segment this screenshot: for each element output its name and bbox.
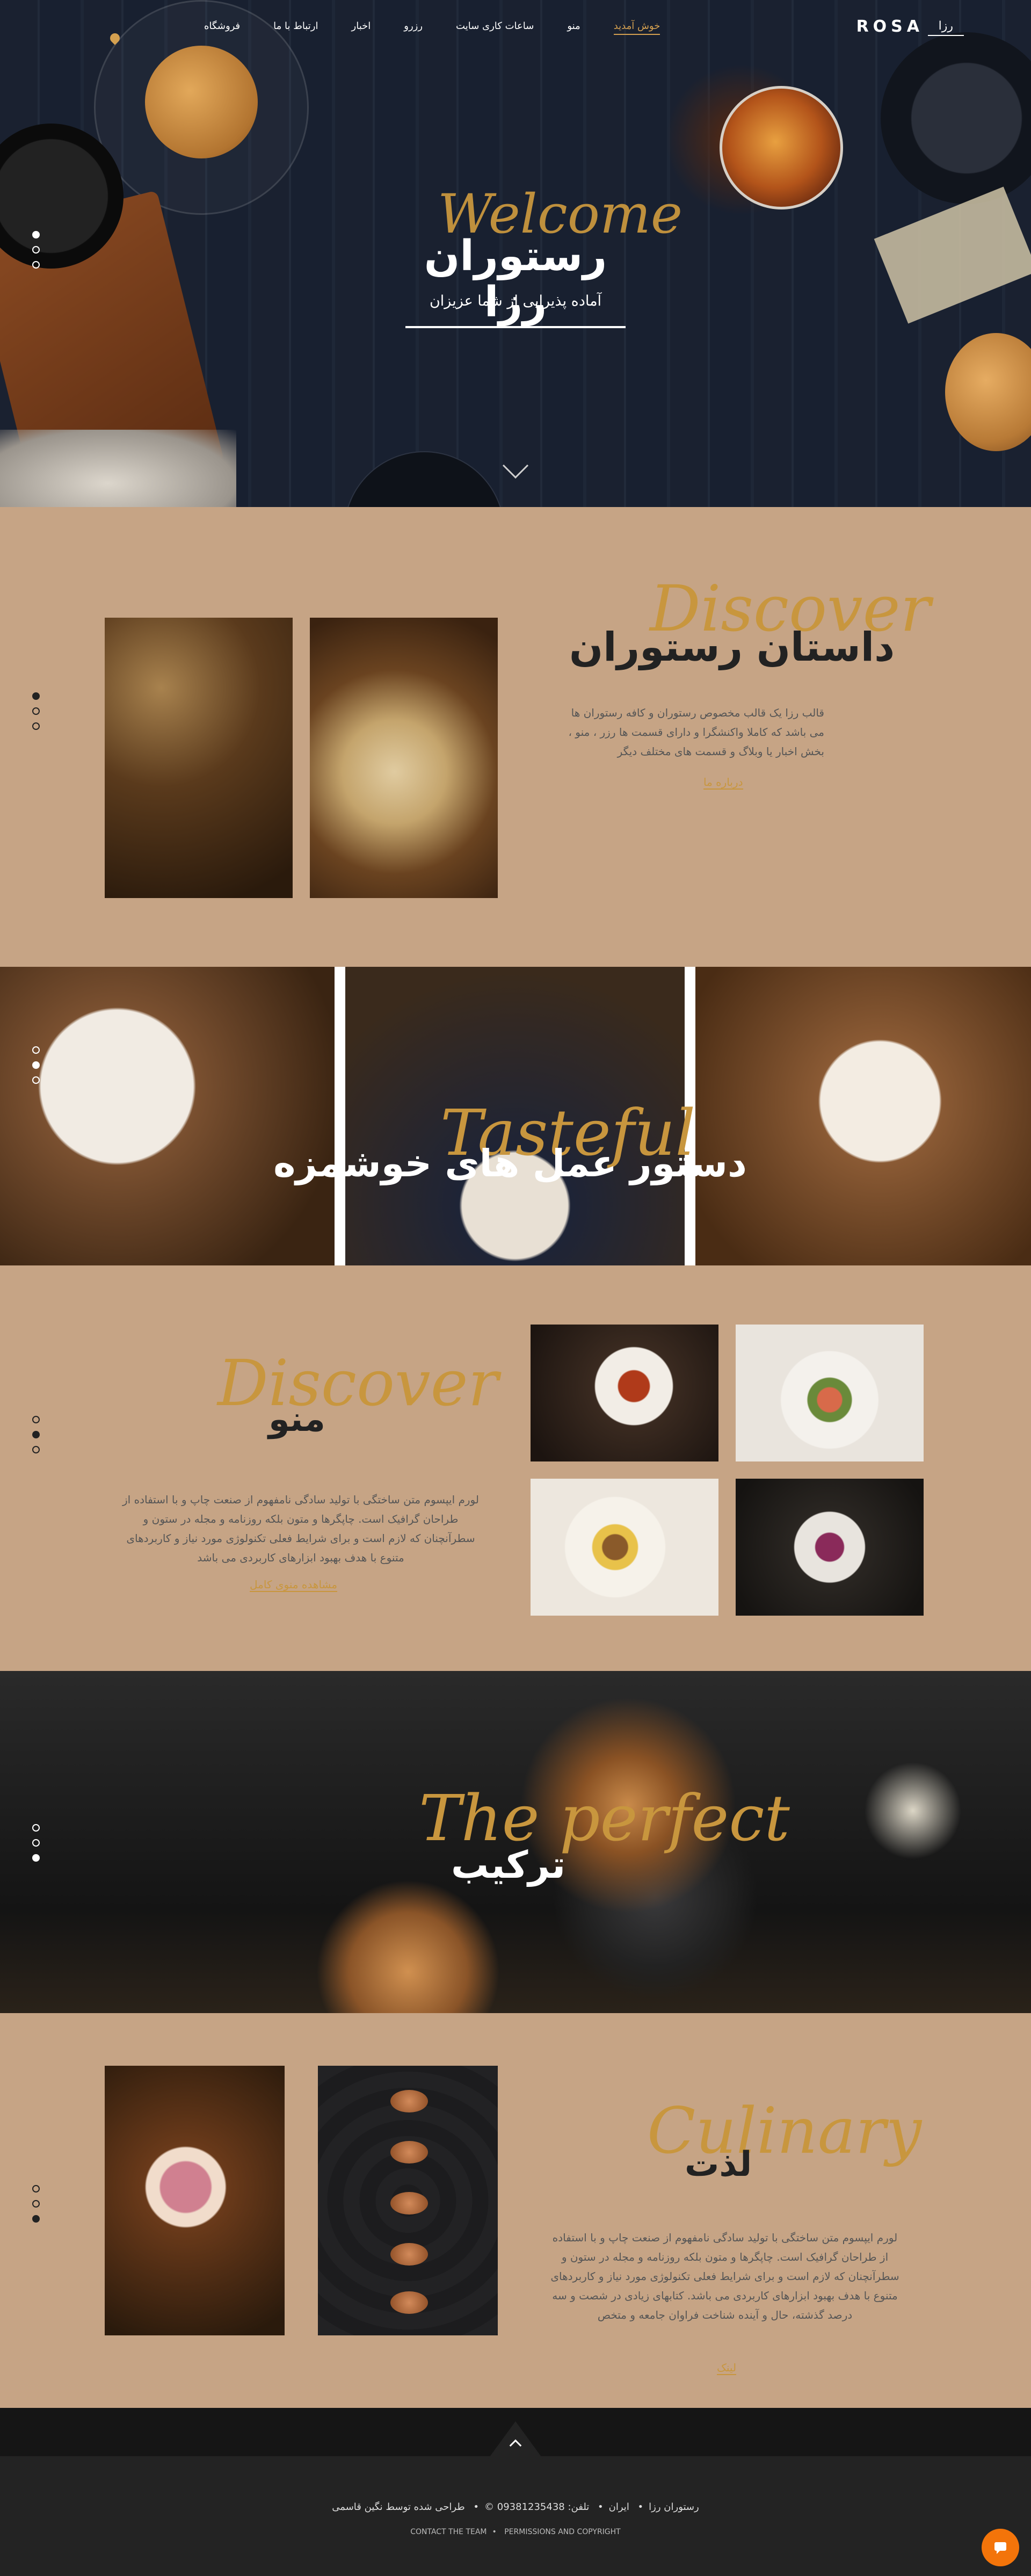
bread-slice — [390, 2192, 428, 2215]
slide-dot[interactable] — [32, 231, 40, 238]
menu-item-contact[interactable]: ارتباط با ما — [273, 20, 318, 35]
bruschetta-photo — [318, 2066, 498, 2335]
paper-image — [874, 186, 1031, 324]
dish-photo[interactable] — [736, 1479, 924, 1616]
perfect-banner: The perfect ترکیب — [0, 1671, 1031, 2013]
slide-dot[interactable] — [32, 1824, 40, 1832]
menu-text: لورم ایپسوم متن ساختگی با تولید سادگی نا… — [122, 1493, 479, 1564]
oats-jar-photo — [310, 618, 498, 898]
slide-dot[interactable] — [32, 1854, 40, 1862]
menu-item-menu[interactable]: منو — [567, 20, 580, 35]
divider — [335, 967, 345, 1265]
teapot-image — [720, 86, 843, 209]
dish-photo[interactable] — [531, 1479, 718, 1616]
slide-dots — [32, 1824, 43, 1862]
full-menu-link[interactable]: مشاهده منوی کامل — [250, 1578, 338, 1592]
slide-dot[interactable] — [32, 1076, 40, 1084]
slide-dot[interactable] — [32, 1431, 40, 1438]
logo[interactable]: ROSA — [856, 17, 924, 36]
slide-dot[interactable] — [32, 1061, 40, 1069]
slide-dot[interactable] — [32, 1046, 40, 1054]
logo-subtitle[interactable]: رزا — [927, 19, 964, 36]
recipes-title: دستور عمل های خوشمزه — [273, 1141, 747, 1185]
slide-dot[interactable] — [32, 2200, 40, 2208]
slide-dot[interactable] — [32, 707, 40, 715]
perfect-title: ترکیب — [451, 1843, 566, 1887]
slide-dot[interactable] — [32, 2185, 40, 2193]
cookie-image — [945, 333, 1031, 451]
spices-photo — [105, 618, 293, 898]
contact-team-link[interactable]: CONTACT THE TEAM — [410, 2528, 487, 2536]
menu-item-reservation[interactable]: رزرو — [404, 20, 423, 35]
yogurt-bowl-photo — [695, 967, 1031, 1265]
slide-dot[interactable] — [32, 2215, 40, 2223]
fur-image — [0, 430, 236, 507]
footer-country: ایران — [608, 2501, 629, 2513]
hero-section: خوش آمدید منو ساعات کاری سایت رزرو اخبار… — [0, 0, 1031, 507]
main-menu: خوش آمدید منو ساعات کاری سایت رزرو اخبار… — [204, 20, 660, 35]
slide-dots — [32, 231, 43, 269]
dish-photo[interactable] — [736, 1325, 924, 1461]
about-title: داستان رستوران — [569, 624, 895, 670]
about-us-link[interactable]: درباره ما — [703, 776, 743, 790]
ham-board-photo — [105, 2066, 285, 2335]
slide-dots — [32, 692, 43, 730]
dark-plate-image — [881, 32, 1031, 204]
chat-button[interactable] — [982, 2529, 1019, 2566]
slide-dot[interactable] — [32, 1416, 40, 1423]
slide-dot[interactable] — [32, 1446, 40, 1453]
culinary-link[interactable]: لینک — [717, 2361, 737, 2375]
cookie-image — [145, 46, 258, 158]
footer-phone: تلفن: 09381235438 © — [484, 2501, 590, 2513]
menu-section: Discover منو لورم ایپسوم متن ساختگی با ت… — [0, 1265, 1031, 1671]
bread-slice — [390, 2291, 428, 2314]
footer: رستوران رزا• ایران• تلفن: 09381235438 ©•… — [0, 2408, 1031, 2576]
about-section: Discover داستان رستوران قالب رزا یک قالب… — [0, 507, 1031, 967]
footer-brand: رستوران رزا — [649, 2501, 699, 2513]
permissions-link[interactable]: PERMISSIONS AND COPYRIGHT — [504, 2528, 621, 2536]
culinary-title: لذت — [685, 2145, 752, 2184]
hero-title: رستوران رزا — [405, 233, 626, 328]
cereal-cup-photo — [0, 967, 335, 1265]
slide-dots — [32, 1416, 43, 1453]
footer-links: CONTACT THE TEAM • PERMISSIONS AND COPYRI… — [410, 2528, 621, 2536]
culinary-section: Culinary لذت لورم ایپسوم متن ساختگی با ت… — [0, 2013, 1031, 2408]
bread-slice — [390, 2090, 428, 2112]
slide-dot[interactable] — [32, 692, 40, 700]
slide-dot[interactable] — [32, 1839, 40, 1847]
footer-info: رستوران رزا• ایران• تلفن: 09381235438 ©•… — [332, 2501, 699, 2513]
menu-script-title: Discover — [217, 1346, 498, 1420]
slide-dot[interactable] — [32, 722, 40, 730]
dish-photo[interactable] — [531, 1325, 718, 1461]
culinary-text: لورم ایپسوم متن ساختگی با تولید سادگی نا… — [550, 2231, 899, 2321]
chevron-down-icon[interactable] — [502, 452, 529, 479]
bread-slice — [390, 2243, 428, 2266]
hero-subtitle: آماده پذیرایی از شما عزیزان — [429, 293, 602, 309]
slide-dot[interactable] — [32, 246, 40, 254]
menu-item-hours[interactable]: ساعات کاری سایت — [456, 20, 534, 35]
top-navigation: خوش آمدید منو ساعات کاری سایت رزرو اخبار… — [0, 14, 1031, 45]
menu-item-news[interactable]: اخبار — [352, 20, 371, 35]
bottom-plate-image — [344, 451, 505, 507]
footer-designer: طراحی شده توسط نگین قاسمی — [332, 2501, 465, 2513]
slide-dot[interactable] — [32, 261, 40, 269]
bread-slice — [390, 2141, 428, 2163]
about-text: قالب رزا یک قالب مخصوص رستوران و کافه رس… — [568, 706, 824, 758]
slide-dots — [32, 2185, 43, 2223]
recipes-banner: Tasteful دستور عمل های خوشمزه — [0, 967, 1031, 1265]
chat-bubble-icon — [994, 2542, 1006, 2554]
slide-dots — [32, 1046, 43, 1084]
menu-item-shop[interactable]: فروشگاه — [204, 20, 240, 35]
menu-title: منو — [268, 1400, 325, 1439]
menu-item-welcome[interactable]: خوش آمدید — [613, 20, 660, 35]
